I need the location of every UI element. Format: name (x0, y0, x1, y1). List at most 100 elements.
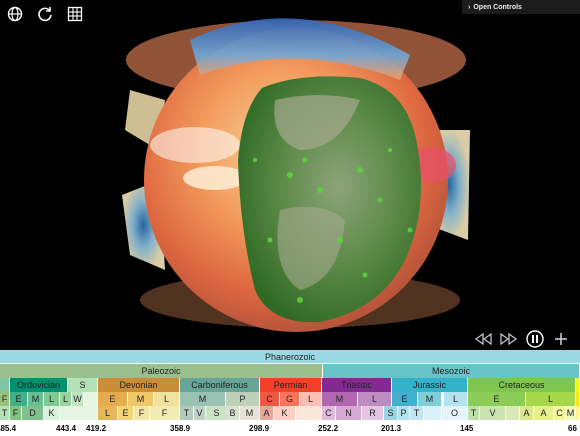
epoch-cell[interactable]: L (358, 392, 392, 406)
chevron-right-icon: › (468, 3, 471, 11)
era-paleozoic[interactable]: Paleozoic (0, 364, 323, 378)
epoch-cell[interactable]: W (72, 392, 84, 406)
grid-icon[interactable] (60, 0, 90, 28)
epoch-cell[interactable]: G (280, 392, 300, 406)
stage-cell[interactable]: D (22, 406, 44, 420)
stage-label: N (345, 408, 352, 418)
stage-cell[interactable]: O (442, 406, 468, 420)
epoch-cell[interactable]: P (226, 392, 260, 406)
stage-cell[interactable]: S (206, 406, 228, 420)
globe-icon[interactable] (0, 0, 30, 28)
stage-label: S (213, 408, 220, 418)
stage-cell[interactable]: S (384, 406, 398, 420)
stage-cell[interactable]: M (240, 406, 260, 420)
epoch-cell[interactable]: F (0, 392, 10, 406)
stage-cell[interactable]: T (180, 406, 194, 420)
stage-cell[interactable] (506, 406, 520, 420)
zoom-in-icon[interactable] (552, 330, 570, 348)
stage-cell[interactable]: A (260, 406, 274, 420)
epoch-cell[interactable]: M (180, 392, 226, 406)
stage-cell[interactable]: V (480, 406, 506, 420)
period-cell[interactable] (0, 378, 10, 392)
pause-icon[interactable] (526, 330, 544, 348)
epoch-cell[interactable]: E (468, 392, 526, 406)
epoch-cell[interactable]: L (154, 392, 180, 406)
period-label: S (79, 380, 86, 390)
epoch-cell[interactable]: L (444, 392, 468, 406)
stage-label: T (470, 408, 477, 418)
epoch-row: FEMLLWEMLMPCGLMLEMLEL (0, 392, 580, 406)
rewind-icon[interactable] (474, 330, 492, 348)
stage-cell[interactable]: V (194, 406, 206, 420)
epoch-cell[interactable]: L (526, 392, 576, 406)
epoch-cell[interactable]: E (392, 392, 418, 406)
fast-forward-icon[interactable] (500, 330, 518, 348)
epoch-cell[interactable]: M (28, 392, 44, 406)
stage-cell[interactable]: F (150, 406, 180, 420)
stage-cell[interactable]: T (410, 406, 424, 420)
period-cell[interactable]: Jurassic (392, 378, 468, 392)
period-cell[interactable]: Ordovician (10, 378, 68, 392)
stage-cell[interactable]: T (0, 406, 10, 420)
geologic-timeline[interactable]: Phanerozoic Paleozoic Mesozoic Ordovicia… (0, 350, 580, 436)
globe-viewport[interactable] (0, 0, 580, 350)
toolbar (0, 0, 90, 28)
stage-cell[interactable]: C (322, 406, 336, 420)
stage-cell[interactable]: N (336, 406, 362, 420)
period-cell[interactable]: Triassic (322, 378, 392, 392)
epoch-label: L (307, 394, 313, 404)
period-cell[interactable]: Permian (260, 378, 322, 392)
stage-cell[interactable]: K (274, 406, 296, 420)
epoch-cell[interactable]: E (10, 392, 28, 406)
epoch-cell[interactable]: M (418, 392, 442, 406)
epoch-cell[interactable]: L (300, 392, 322, 406)
stage-cell[interactable]: E (118, 406, 134, 420)
epoch-cell[interactable]: M (128, 392, 154, 406)
period-cell[interactable]: Devonian (98, 378, 180, 392)
stage-label: O (450, 408, 458, 418)
period-cell[interactable]: S (68, 378, 98, 392)
stage-cell[interactable]: F (10, 406, 22, 420)
stage-cell[interactable] (424, 406, 442, 420)
stage-cell[interactable]: B (226, 406, 240, 420)
period-cell[interactable]: Cretaceous (468, 378, 576, 392)
stage-label: A (540, 408, 547, 418)
stage-label: A (523, 408, 530, 418)
epoch-label: L (452, 394, 458, 404)
era-mesozoic[interactable]: Mesozoic (323, 364, 580, 378)
stage-cell[interactable] (576, 406, 580, 420)
stage-cell[interactable] (60, 406, 98, 420)
stage-cell[interactable]: K (44, 406, 60, 420)
open-controls-button[interactable]: › Open Controls (462, 0, 580, 14)
stage-cell[interactable]: T (468, 406, 480, 420)
epoch-cell[interactable]: C (260, 392, 280, 406)
epoch-cell[interactable]: L (60, 392, 72, 406)
refresh-icon[interactable] (30, 0, 60, 28)
stage-cell[interactable]: C (554, 406, 566, 420)
epoch-label: M (31, 394, 40, 404)
stage-cell[interactable]: R (362, 406, 384, 420)
stage-cell[interactable] (296, 406, 322, 420)
stage-label: V (489, 408, 496, 418)
stage-cell[interactable]: A (520, 406, 534, 420)
period-cell[interactable]: Carboniferous (180, 378, 260, 392)
stage-cell[interactable]: P (398, 406, 410, 420)
stage-cell[interactable]: A (534, 406, 554, 420)
stage-label: A (263, 408, 270, 418)
stage-cell[interactable]: M (566, 406, 576, 420)
epoch-label: M (136, 394, 145, 404)
epoch-cell[interactable] (84, 392, 98, 406)
stage-cell[interactable]: L (98, 406, 118, 420)
age-tick-label: 252.2 (318, 424, 339, 433)
epoch-cell[interactable]: M (322, 392, 358, 406)
eon-phanerozoic[interactable]: Phanerozoic (0, 350, 580, 364)
stage-cell[interactable]: F (134, 406, 150, 420)
epoch-label: E (401, 394, 408, 404)
epoch-cell[interactable]: E (98, 392, 128, 406)
epoch-cell[interactable]: L (44, 392, 60, 406)
epoch-cell[interactable] (576, 392, 580, 406)
stage-label: S (387, 408, 394, 418)
stage-label: M (245, 408, 254, 418)
period-cell[interactable] (576, 378, 580, 392)
paleo-globe[interactable] (0, 0, 580, 350)
